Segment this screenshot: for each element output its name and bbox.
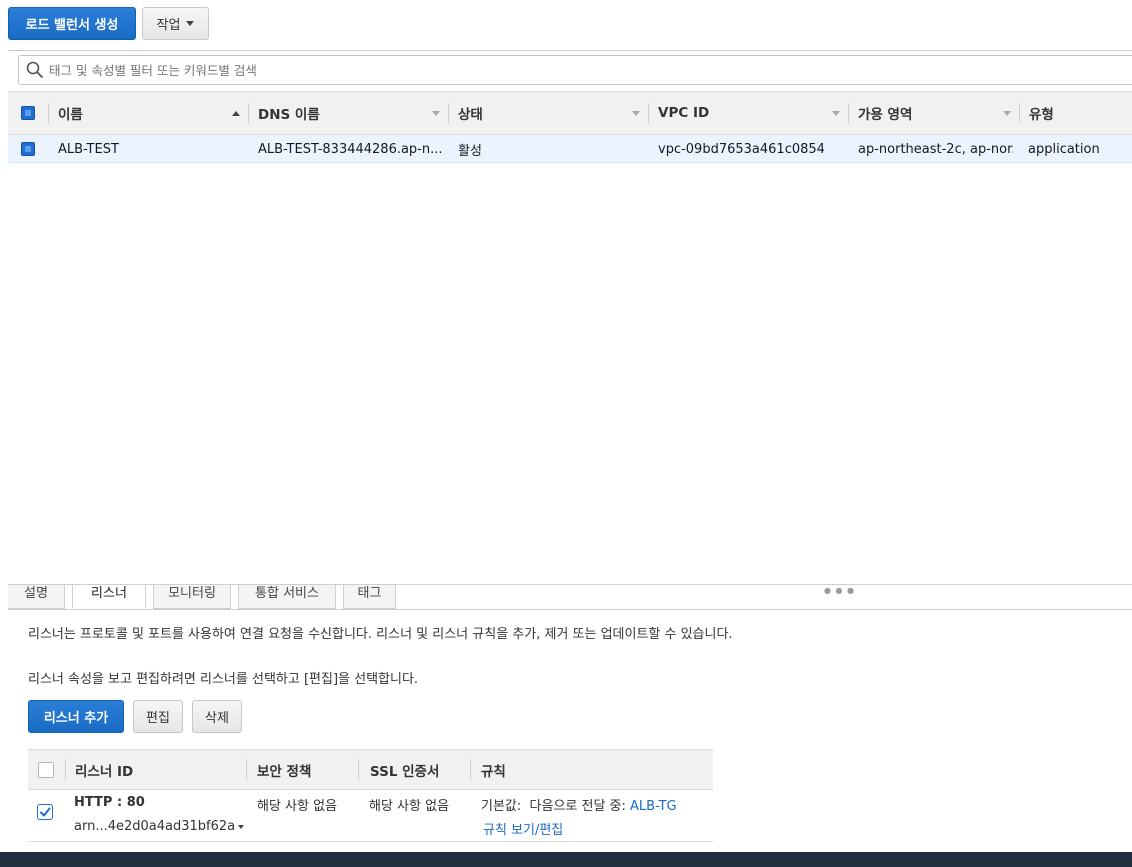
- column-label: 이름: [58, 107, 83, 123]
- column-header-ssl-cert[interactable]: SSL 인증서: [358, 750, 470, 789]
- cell-dns: ALB-TEST-833444286.ap-n...: [258, 141, 443, 157]
- column-header-security-policy[interactable]: 보안 정책: [246, 750, 358, 789]
- sort-ascending-icon: [232, 111, 240, 116]
- column-header-vpc[interactable]: VPC ID: [648, 92, 848, 134]
- column-label: 규칙: [481, 763, 506, 780]
- row-select-cell: [21, 135, 51, 163]
- row-select-cell: [37, 804, 53, 820]
- footer-bar: [0, 852, 1132, 867]
- rule-prefix: 기본값: 다음으로 전달 중:: [481, 799, 626, 814]
- resize-grip-icon[interactable]: ● ● ●: [824, 586, 855, 595]
- add-listener-button[interactable]: 리스너 추가: [28, 700, 124, 733]
- select-all-cell: [21, 92, 51, 134]
- toolbar: 로드 밸런서 생성 작업: [8, 7, 209, 41]
- rule-default: 기본값: 다음으로 전달 중: ALB-TG: [481, 795, 677, 814]
- table-row[interactable]: HTTP : 80 arn...4e2d0a4ad31bf62a 해당 사항 없…: [28, 790, 713, 842]
- checkmark-icon: [40, 807, 51, 817]
- listener-hint: 리스너 속성을 보고 편집하려면 리스너를 선택하고 [편집]을 선택합니다.: [28, 672, 419, 687]
- column-label: 보안 정책: [257, 763, 312, 780]
- column-header-name[interactable]: 이름: [48, 92, 248, 134]
- column-header-rules[interactable]: 규칙: [470, 750, 713, 789]
- search-bar[interactable]: [18, 55, 1132, 85]
- caret-down-icon: [238, 824, 245, 829]
- divider: [8, 50, 1132, 51]
- sort-icon: [832, 111, 840, 116]
- table-row[interactable]: ALB-TEST ALB-TEST-833444286.ap-n... 활성 v…: [8, 135, 1132, 163]
- select-all-checkbox[interactable]: [38, 761, 54, 778]
- sort-icon: [632, 111, 640, 116]
- security-policy-value: 해당 사항 없음: [257, 799, 338, 814]
- listener-actions: 리스너 추가 편집 삭제: [28, 700, 242, 733]
- column-label: 유형: [1029, 107, 1054, 123]
- table-header: 리스너 ID 보안 정책 SSL 인증서 규칙: [28, 749, 713, 790]
- cell-name: ALB-TEST: [58, 141, 119, 157]
- column-label: SSL 인증서: [370, 763, 440, 780]
- cell-vpc: vpc-09bd7653a461c0854: [658, 141, 825, 157]
- tab-monitoring[interactable]: 모니터링: [153, 585, 231, 609]
- column-label: 상태: [458, 107, 483, 123]
- listener-description: 리스너는 프로토콜 및 포트를 사용하여 연결 요청을 수신합니다. 리스너 및…: [28, 627, 733, 642]
- column-header-az[interactable]: 가용 영역: [848, 92, 1019, 134]
- column-header-dns[interactable]: DNS 이름: [248, 92, 448, 134]
- actions-dropdown-button[interactable]: 작업: [142, 7, 209, 40]
- detail-tabs: 설명 리스너 모니터링 통합 서비스 태그: [8, 585, 1132, 610]
- listener-arn[interactable]: arn...4e2d0a4ad31bf62a: [74, 819, 245, 834]
- search-icon: [26, 61, 43, 78]
- create-load-balancer-button[interactable]: 로드 밸런서 생성: [8, 7, 136, 40]
- table-header: 이름 DNS 이름 상태 VPC ID 가용 영역 유형: [8, 91, 1132, 135]
- column-header-listener-id[interactable]: 리스너 ID: [65, 750, 245, 789]
- view-edit-rules-link[interactable]: 규칙 보기/편집: [483, 819, 563, 838]
- tab-listeners[interactable]: 리스너: [72, 585, 146, 609]
- sort-icon: [432, 111, 440, 116]
- sort-icon: [1003, 111, 1011, 116]
- delete-button[interactable]: 삭제: [192, 700, 242, 733]
- cell-az: ap-northeast-2c, ap-nor...: [858, 141, 1013, 157]
- cell-state: 활성: [458, 143, 482, 159]
- column-label: DNS 이름: [258, 107, 320, 123]
- target-group-link[interactable]: ALB-TG: [630, 799, 677, 814]
- tab-tags[interactable]: 태그: [343, 585, 396, 609]
- load-balancer-table: 이름 DNS 이름 상태 VPC ID 가용 영역 유형 ALB-TEST AL…: [8, 91, 1132, 163]
- listener-table: 리스너 ID 보안 정책 SSL 인증서 규칙 HTTP : 80 arn...…: [28, 749, 713, 842]
- row-checkbox[interactable]: [37, 804, 53, 820]
- chevron-down-icon: [186, 21, 195, 26]
- search-input[interactable]: [49, 62, 649, 78]
- tab-description[interactable]: 설명: [8, 585, 65, 609]
- ssl-cert-value: 해당 사항 없음: [369, 799, 450, 814]
- listener-id: HTTP : 80: [74, 795, 145, 810]
- column-header-type[interactable]: 유형: [1019, 92, 1132, 134]
- column-label: VPC ID: [658, 105, 710, 121]
- column-header-state[interactable]: 상태: [448, 92, 648, 134]
- edit-button[interactable]: 편집: [133, 700, 183, 733]
- column-label: 가용 영역: [858, 107, 913, 123]
- row-checkbox[interactable]: [21, 142, 35, 156]
- select-all-checkbox[interactable]: [21, 106, 35, 120]
- arn-text: arn...4e2d0a4ad31bf62a: [74, 819, 236, 834]
- actions-label: 작업: [156, 18, 181, 33]
- pane-splitter[interactable]: [8, 584, 1132, 585]
- tab-integrated-services[interactable]: 통합 서비스: [238, 585, 336, 609]
- column-label: 리스너 ID: [75, 763, 134, 780]
- select-all-cell: [38, 750, 68, 789]
- cell-type: application: [1028, 141, 1100, 157]
